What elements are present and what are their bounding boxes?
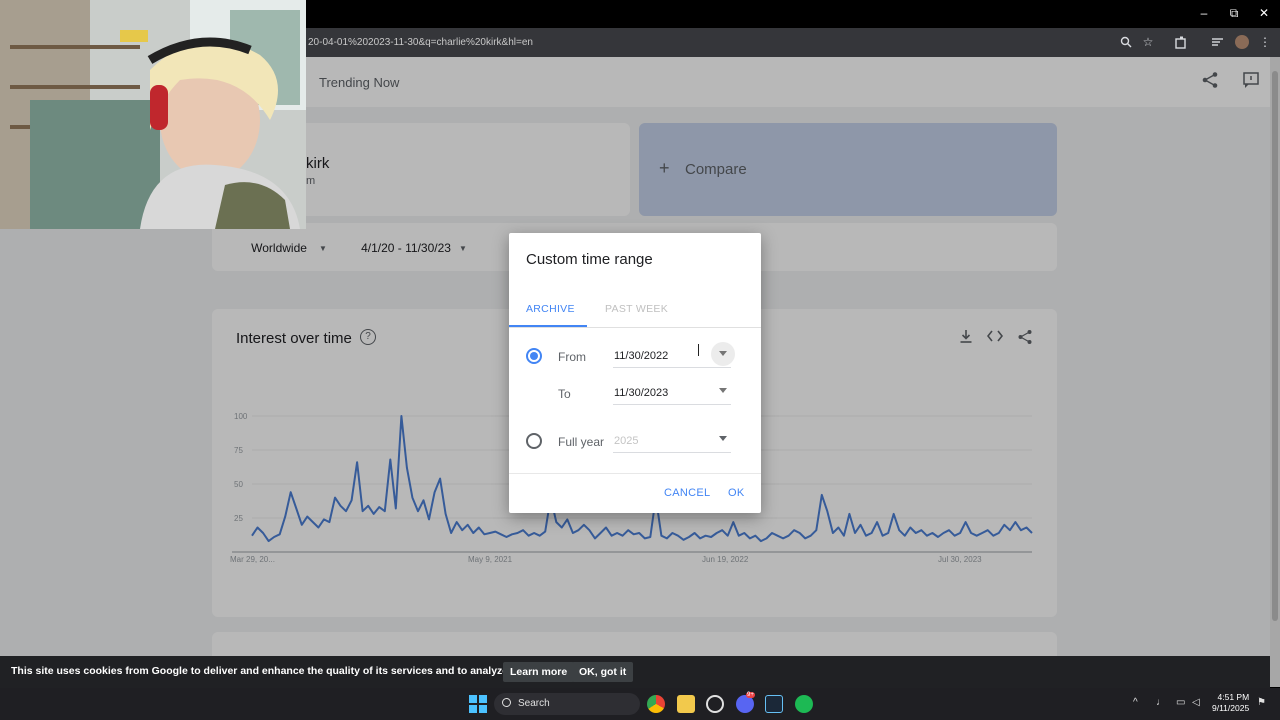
windows-start-icon[interactable] [469,695,487,713]
notification-badge: 9+ [746,692,755,698]
from-date-select[interactable]: 11/30/2022 [613,342,735,368]
webcam-overlay [0,0,306,229]
clock-date: 9/11/2025 [1212,703,1250,713]
profile-avatar[interactable] [1234,34,1250,50]
custom-time-range-dialog: Custom time range ARCHIVE PAST WEEK From… [509,233,761,513]
url-text[interactable]: 20-04-01%202023-11-30&q=charlie%20kirk&h… [308,37,533,48]
zoom-icon[interactable] [1118,34,1134,50]
spotify-icon[interactable] [795,695,813,713]
mouse-cursor [698,344,702,356]
ok-button[interactable]: OK [728,487,745,499]
dialog-divider [509,473,761,474]
to-date-value: 11/30/2023 [614,387,669,399]
from-date-value: 11/30/2022 [614,350,669,362]
tab-divider [509,327,761,328]
accept-cookies-button[interactable]: OK, got it [572,662,634,682]
extensions-icon[interactable] [1173,34,1189,50]
browser-menu-icon[interactable]: ⋮ [1257,34,1273,50]
app-icon[interactable] [706,695,724,713]
maximize-button[interactable]: ⧉ [1224,6,1244,21]
network-icon[interactable]: ▭ [1176,697,1185,708]
to-date-select[interactable]: 11/30/2023 [613,383,731,405]
dialog-title: Custom time range [526,251,653,268]
full-year-value: 2025 [614,435,639,447]
bookmark-star-icon[interactable]: ☆ [1140,34,1156,50]
discord-icon[interactable]: 9+ [736,692,755,713]
chevron-up-icon[interactable]: ^ [1133,697,1138,708]
full-year-select[interactable]: 2025 [613,431,731,453]
system-clock[interactable]: 4:51 PM 9/11/2025 [1212,692,1249,714]
search-icon [502,698,511,707]
to-label: To [558,387,571,401]
chevron-down-icon[interactable] [719,351,727,356]
cookie-message: This site uses cookies from Google to de… [11,665,544,677]
cookie-consent-bar: This site uses cookies from Google to de… [0,656,1270,688]
address-bar[interactable]: 20-04-01%202023-11-30&q=charlie%20kirk&h… [306,28,1280,57]
from-label: From [558,350,586,364]
chrome-icon[interactable] [647,695,665,713]
cancel-button[interactable]: CANCEL [664,487,710,499]
file-explorer-icon[interactable] [677,695,695,713]
tab-past-week[interactable]: PAST WEEK [605,303,668,315]
learn-more-button[interactable]: Learn more [503,662,575,682]
media-control-icon[interactable] [1209,34,1225,50]
tab-archive[interactable]: ARCHIVE [526,303,575,315]
minimize-button[interactable]: – [1194,6,1214,20]
taskbar-search[interactable]: Search [494,693,640,715]
steam-icon[interactable] [765,695,783,713]
custom-range-radio[interactable] [526,348,542,364]
full-year-radio[interactable] [526,433,542,449]
windows-taskbar: Search 9+ ^ ♩ ▭ ◁ 4:51 PM 9/11/2025 ⚑ [0,688,1280,720]
notification-bell-icon[interactable]: ⚑ [1257,697,1266,708]
microphone-icon[interactable]: ♩ [1156,697,1166,708]
full-year-label: Full year [558,435,605,449]
chevron-down-icon[interactable] [719,388,727,393]
webcam-feed [0,0,306,229]
volume-icon[interactable]: ◁ [1192,697,1200,708]
taskbar-search-label: Search [518,698,550,709]
clock-time: 4:51 PM [1217,692,1250,702]
chevron-down-icon[interactable] [719,436,727,441]
close-button[interactable]: ✕ [1254,6,1274,20]
